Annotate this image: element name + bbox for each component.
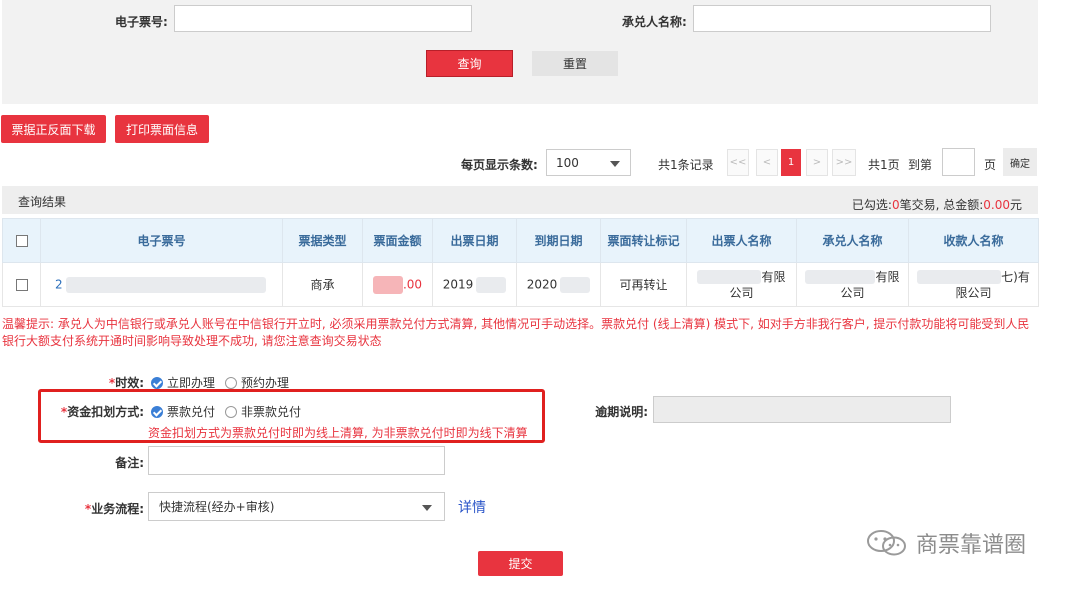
due-date-value: 2020: [526, 277, 558, 291]
drawer-cell: 有限 公司: [686, 262, 797, 307]
summary-suffix: 元: [1009, 198, 1022, 212]
table-row[interactable]: 2 商承 .00 2019 2020 可再转让 有限 公司 有限 公司 七)有 …: [2, 262, 1039, 307]
goto-label: 到第: [908, 158, 933, 172]
print-bill-button[interactable]: 打印票面信息: [115, 115, 209, 143]
redacted-payee: [917, 270, 1002, 284]
acceptor-tail: 有限: [875, 269, 900, 284]
col-header: 票面金额: [362, 218, 433, 263]
col-header: 票据类型: [282, 218, 363, 263]
query-button[interactable]: 查询: [426, 50, 513, 77]
goto-confirm-button[interactable]: 确定: [1003, 148, 1037, 176]
warm-tip: 温馨提示: 承兑人为中信银行或承兑人账号在中信银行开立时, 必须采用票款兑付方式…: [2, 317, 1030, 348]
transfer-flag-cell: 可再转让: [600, 262, 687, 307]
overdue-label: 逾期说明:: [595, 405, 648, 419]
page-unit-label: 页: [984, 158, 997, 172]
prev-page-button[interactable]: <: [756, 149, 778, 176]
payee-line2: 限公司: [955, 285, 992, 300]
redacted-bill-no: [66, 276, 267, 293]
submit-button[interactable]: 提交: [478, 551, 563, 576]
table-header-row: 电子票号 票据类型 票面金额 出票日期 到期日期 票面转让标记 出票人名称 承兑…: [2, 218, 1039, 263]
results-table: 电子票号 票据类型 票面金额 出票日期 到期日期 票面转让标记 出票人名称 承兑…: [2, 218, 1039, 307]
settlement-hint: 资金扣划方式为票款兑付时即为线上清算, 为非票款兑付时即为线下清算: [148, 426, 528, 440]
radio-unchecked-icon: [225, 376, 238, 389]
result-bar: 查询结果 已勾选:0笔交易, 总金额:0.00元: [2, 186, 1038, 214]
select-all-cell: [2, 218, 41, 263]
col-header: 收款人名称: [908, 218, 1039, 263]
radio-unchecked-icon: [225, 405, 238, 418]
total-records: 共1条记录: [658, 158, 714, 172]
bill-type-cell: 商承: [282, 262, 363, 307]
row-select-cell: [2, 262, 41, 307]
goto-page-input[interactable]: [942, 148, 975, 176]
payee-tail: 七)有: [1001, 269, 1030, 284]
col-header: 电子票号: [40, 218, 283, 263]
radio-checked-icon: [151, 405, 163, 418]
col-header: 承兑人名称: [796, 218, 909, 263]
redacted-due-date: [560, 276, 591, 293]
acceptor-label: 承兑人名称:: [622, 15, 687, 29]
summary-mid: 笔交易, 总金额:: [899, 198, 984, 212]
issue-date-cell: 2019: [432, 262, 517, 307]
chevron-down-icon: [610, 161, 620, 167]
page-size-value: 100: [556, 155, 579, 170]
col-header: 出票日期: [432, 218, 517, 263]
remark-label: 备注:: [115, 456, 144, 470]
settlement-option-label: 票款兑付: [167, 405, 216, 419]
next-page-button[interactable]: >: [806, 149, 828, 176]
first-page-button[interactable]: <<: [727, 149, 749, 176]
acceptor-line2: 公司: [840, 285, 865, 300]
acceptor-input[interactable]: [693, 5, 991, 32]
details-link[interactable]: 详情: [458, 497, 486, 517]
col-header: 到期日期: [516, 218, 601, 263]
settlement-online-option[interactable]: 票款兑付: [151, 403, 215, 420]
total-pages: 共1页: [868, 158, 900, 172]
redacted-amount: [372, 275, 403, 294]
download-bill-button[interactable]: 票据正反面下载: [1, 115, 106, 143]
issue-date-value: 2019: [442, 277, 474, 291]
drawer-line2: 公司: [729, 285, 754, 300]
summary-prefix: 已勾选:: [851, 198, 892, 212]
watermark: 商票靠谱圈: [866, 527, 1026, 559]
flow-value: 快捷流程(经办+审核): [159, 500, 275, 514]
settlement-radio-group: 票款兑付 非票款兑付: [151, 403, 311, 420]
search-panel: 电子票号: 承兑人名称: 查询 重置: [2, 0, 1038, 104]
redacted-acceptor: [805, 270, 876, 284]
flow-label: *业务流程:: [84, 502, 144, 516]
overdue-input: [653, 396, 951, 423]
redacted-issue-date: [476, 276, 507, 293]
result-title: 查询结果: [18, 195, 67, 209]
due-date-cell: 2020: [516, 262, 601, 307]
acceptor-cell: 有限 公司: [796, 262, 909, 307]
current-page-button[interactable]: 1: [781, 149, 801, 176]
col-header: 票面转让标记: [600, 218, 687, 263]
remark-input[interactable]: [148, 446, 445, 475]
drawer-tail: 有限: [761, 269, 786, 284]
row-checkbox[interactable]: [15, 279, 28, 291]
wechat-icon: [867, 530, 906, 556]
chevron-down-icon: [422, 505, 432, 511]
col-header: 出票人名称: [686, 218, 797, 263]
settlement-offline-option[interactable]: 非票款兑付: [225, 403, 301, 420]
radio-checked-icon: [151, 376, 163, 389]
bill-no-cell: 2: [40, 262, 283, 307]
reset-button[interactable]: 重置: [532, 51, 618, 76]
bill-no-link[interactable]: 2: [55, 277, 63, 291]
flow-select[interactable]: 快捷流程(经办+审核): [148, 492, 445, 521]
selected-count: 0: [891, 198, 900, 212]
result-summary: 已勾选:0笔交易, 总金额:0.00元: [852, 196, 1022, 213]
page-size-label: 每页显示条数:: [461, 158, 538, 172]
page-size-select[interactable]: 100: [546, 149, 631, 176]
total-amount: 0.00: [983, 198, 1010, 212]
watermark-text: 商票靠谱圈: [916, 533, 1027, 558]
settlement-option-label: 非票款兑付: [241, 405, 302, 419]
amount-value: .00: [402, 277, 423, 291]
select-all-checkbox[interactable]: [15, 235, 28, 247]
settlement-label: *资金扣划方式:: [60, 405, 144, 419]
redacted-drawer: [697, 270, 762, 284]
bill-no-label: 电子票号:: [115, 15, 168, 29]
last-page-button[interactable]: >>: [832, 149, 856, 176]
payee-cell: 七)有 限公司: [908, 262, 1039, 307]
bill-no-input[interactable]: [174, 5, 472, 32]
amount-cell: .00: [362, 262, 433, 307]
